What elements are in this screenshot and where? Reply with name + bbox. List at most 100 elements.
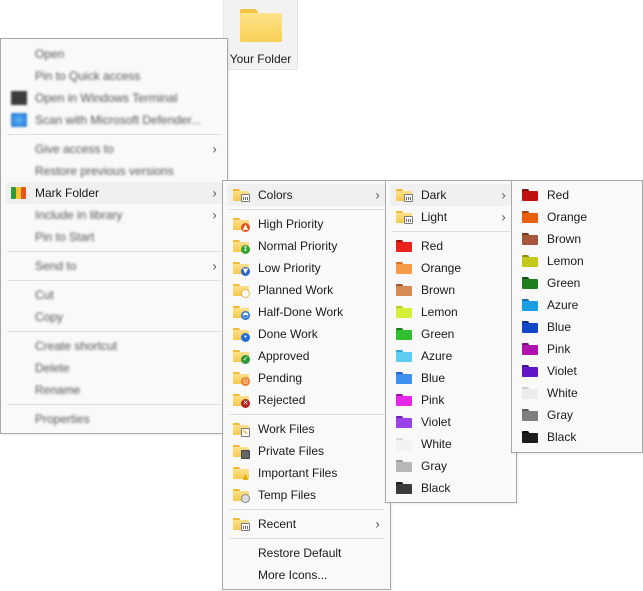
menu-item-dark-azure[interactable]: Azure xyxy=(512,294,642,316)
menu-item-rejected[interactable]: ✕ Rejected xyxy=(223,389,390,411)
menu-item-normal-priority[interactable]: ↕ Normal Priority xyxy=(223,235,390,257)
menu-item-dark-lemon[interactable]: Lemon xyxy=(512,250,642,272)
menu-item-include-library[interactable]: Include in library › xyxy=(1,204,227,226)
menu-item-dark-gray[interactable]: Gray xyxy=(512,404,642,426)
menu-item-color-violet[interactable]: Violet xyxy=(386,411,516,433)
folder-white-icon xyxy=(396,438,412,450)
menu-item-label: Pink xyxy=(421,393,445,407)
menu-item-label: Azure xyxy=(421,349,453,363)
menu-item-scan-defender[interactable]: Scan with Microsoft Defender... xyxy=(1,109,227,131)
menu-item-color-pink[interactable]: Pink xyxy=(386,389,516,411)
menu-item-color-red[interactable]: Red xyxy=(386,235,516,257)
menu-item-label: Copy xyxy=(35,310,64,324)
menu-item-private-files[interactable]: Private Files xyxy=(223,440,390,462)
menu-item-half-done-work[interactable]: ◓ Half-Done Work xyxy=(223,301,390,323)
menu-item-color-orange[interactable]: Orange xyxy=(386,257,516,279)
menu-item-open[interactable]: Open xyxy=(1,43,227,65)
menu-item-mark-folder[interactable]: Mark Folder › xyxy=(5,182,223,204)
menu-item-color-lemon[interactable]: Lemon xyxy=(386,301,516,323)
menu-item-label: Black xyxy=(421,481,451,495)
menu-item-dark-white[interactable]: White xyxy=(512,382,642,404)
menu-item-dark-brown[interactable]: Brown xyxy=(512,228,642,250)
menu-item-temp-files[interactable]: Temp Files xyxy=(223,484,390,506)
menu-item-label: Restore Default xyxy=(258,546,342,560)
menu-item-dark[interactable]: Dark › xyxy=(390,184,512,206)
menu-item-properties[interactable]: Properties xyxy=(1,408,227,430)
folder-circle-full-icon: • xyxy=(233,328,250,342)
menu-item-label: Restore previous versions xyxy=(35,164,174,178)
menu-item-label: Delete xyxy=(35,361,70,375)
menu-item-give-access[interactable]: Give access to › xyxy=(1,138,227,160)
menu-item-dark-pink[interactable]: Pink xyxy=(512,338,642,360)
separator xyxy=(7,280,221,281)
menu-item-label: Low Priority xyxy=(258,261,321,275)
folder-green-icon xyxy=(522,277,538,289)
menu-item-send-to[interactable]: Send to › xyxy=(1,255,227,277)
menu-item-dark-black[interactable]: Black xyxy=(512,426,642,448)
menu-item-cut[interactable]: Cut xyxy=(1,284,227,306)
menu-item-color-azure[interactable]: Azure xyxy=(386,345,516,367)
chevron-right-icon: › xyxy=(212,206,217,224)
menu-item-label: Pin to Quick access xyxy=(35,69,141,83)
menu-item-colors[interactable]: Colors › xyxy=(227,184,386,206)
menu-item-label: Properties xyxy=(35,412,90,426)
menu-item-pin-start[interactable]: Pin to Start xyxy=(1,226,227,248)
menu-item-restore-versions[interactable]: Restore previous versions xyxy=(1,160,227,182)
folder-calendar-icon xyxy=(233,189,250,202)
menu-item-approved[interactable]: ✓ Approved xyxy=(223,345,390,367)
menu-item-label: Red xyxy=(421,239,444,253)
menu-item-label: Lemon xyxy=(421,305,458,319)
menu-item-low-priority[interactable]: ▼ Low Priority xyxy=(223,257,390,279)
menu-item-recent[interactable]: Recent › xyxy=(223,513,390,535)
menu-item-high-priority[interactable]: ▲ High Priority xyxy=(223,213,390,235)
menu-item-label: Azure xyxy=(547,298,579,312)
menu-item-color-black[interactable]: Black xyxy=(386,477,516,499)
menu-item-label: Rename xyxy=(35,383,81,397)
menu-item-label: Send to xyxy=(35,259,77,273)
chevron-right-icon: › xyxy=(375,515,380,533)
menu-item-label: Green xyxy=(421,327,455,341)
menu-item-label: Private Files xyxy=(258,444,325,458)
menu-item-rename[interactable]: Rename xyxy=(1,379,227,401)
chevron-right-icon: › xyxy=(212,140,217,158)
menu-item-delete[interactable]: Delete xyxy=(1,357,227,379)
menu-item-light[interactable]: Light › xyxy=(386,206,516,228)
menu-item-dark-blue[interactable]: Blue xyxy=(512,316,642,338)
menu-item-pin-quick-access[interactable]: Pin to Quick access xyxy=(1,65,227,87)
folder-azure-icon xyxy=(396,350,412,362)
menu-item-pending[interactable]: ◎ Pending xyxy=(223,367,390,389)
folder-red-icon xyxy=(396,240,412,252)
menu-item-dark-red[interactable]: Red xyxy=(512,184,642,206)
menu-item-color-gray[interactable]: Gray xyxy=(386,455,516,477)
menu-item-done-work[interactable]: • Done Work xyxy=(223,323,390,345)
folder-orange-icon xyxy=(522,211,538,223)
menu-item-open-terminal[interactable]: Open in Windows Terminal xyxy=(1,87,227,109)
folder-check-icon: ✓ xyxy=(233,350,250,364)
menu-item-label: Open in Windows Terminal xyxy=(35,91,178,105)
menu-item-label: Violet xyxy=(421,415,451,429)
menu-item-color-white[interactable]: White xyxy=(386,433,516,455)
menu-item-label: Normal Priority xyxy=(258,239,338,253)
menu-item-restore-default[interactable]: Restore Default xyxy=(223,542,390,564)
menu-item-work-files[interactable]: ✎ Work Files xyxy=(223,418,390,440)
menu-item-important-files[interactable]: ▲ Important Files xyxy=(223,462,390,484)
menu-item-color-green[interactable]: Green xyxy=(386,323,516,345)
folder-clock-icon xyxy=(233,489,250,503)
menu-item-dark-green[interactable]: Green xyxy=(512,272,642,294)
folder-orange-icon xyxy=(396,262,412,274)
folder-pink-icon xyxy=(522,343,538,355)
menu-item-dark-violet[interactable]: Violet xyxy=(512,360,642,382)
menu-item-color-blue[interactable]: Blue xyxy=(386,367,516,389)
menu-item-color-brown[interactable]: Brown xyxy=(386,279,516,301)
menu-item-copy[interactable]: Copy xyxy=(1,306,227,328)
mark-folder-icon xyxy=(11,186,27,200)
menu-item-label: Pink xyxy=(547,342,571,356)
desktop-folder[interactable]: Your Folder xyxy=(223,0,298,70)
menu-item-more-icons[interactable]: More Icons... xyxy=(223,564,390,586)
menu-item-label: Rejected xyxy=(258,393,306,407)
menu-item-create-shortcut[interactable]: Create shortcut xyxy=(1,335,227,357)
menu-item-dark-orange[interactable]: Orange xyxy=(512,206,642,228)
menu-item-planned-work[interactable]: Planned Work xyxy=(223,279,390,301)
folder-pending-icon: ◎ xyxy=(233,372,250,386)
folder-lemon-icon xyxy=(396,306,412,318)
